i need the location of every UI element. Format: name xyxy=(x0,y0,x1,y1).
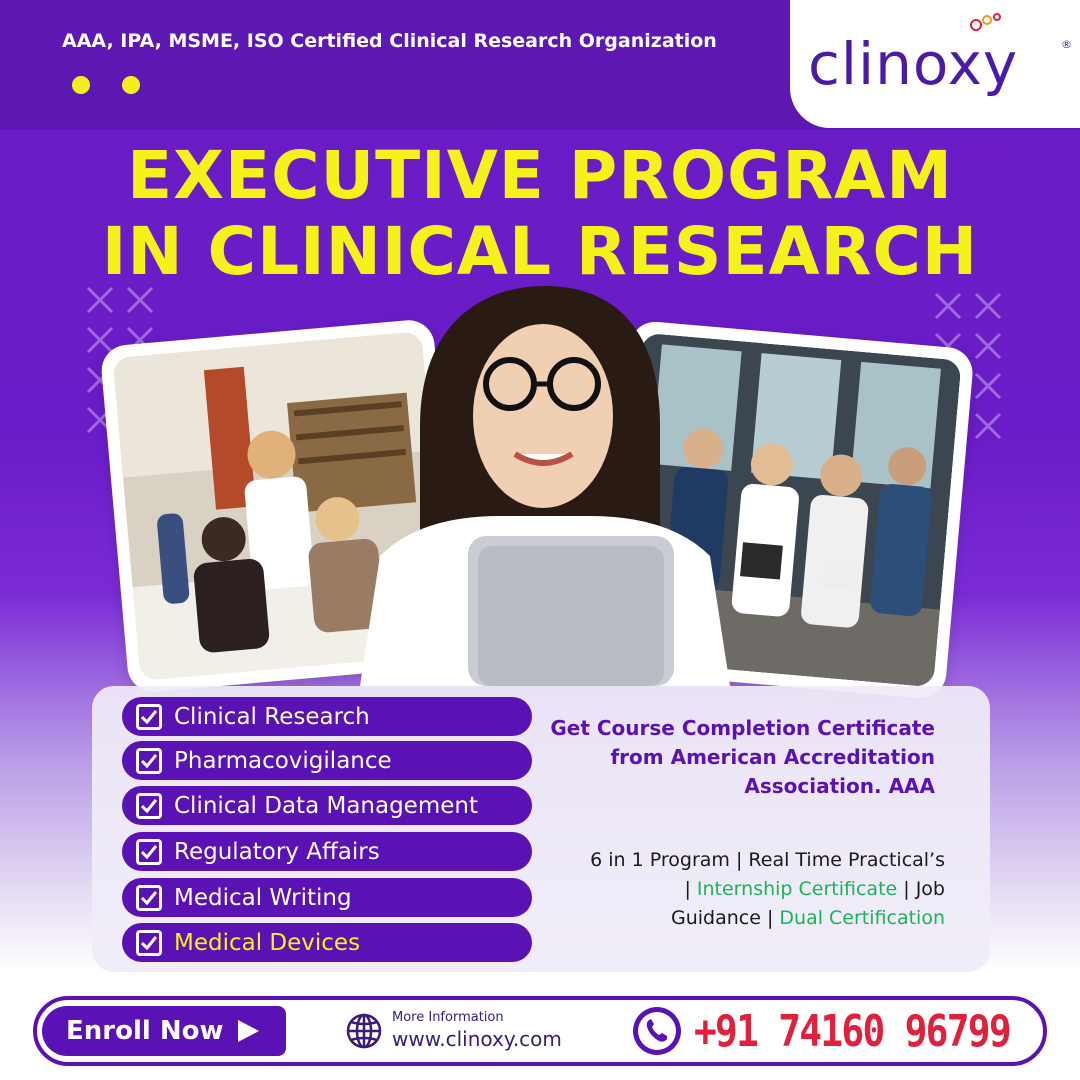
course-item: Medical Devices xyxy=(122,923,532,962)
checkbox-icon xyxy=(136,929,162,956)
dual-cert-highlight: Dual Certification xyxy=(779,907,945,929)
globe-icon xyxy=(346,1013,382,1049)
phone-number[interactable]: +91 74160 96799 xyxy=(694,1006,1012,1057)
certificate-line: from American Accreditation xyxy=(610,745,935,769)
certificate-line: Association. AAA xyxy=(744,774,935,798)
checkbox-icon xyxy=(136,838,162,865)
course-item: Clinical Research xyxy=(122,697,532,736)
checkbox-icon xyxy=(136,747,162,774)
website-link[interactable]: www.clinoxy.com xyxy=(392,1027,562,1051)
checkbox-icon xyxy=(136,703,162,730)
certification-text: AAA, IPA, MSME, ISO Certified Clinical R… xyxy=(62,30,717,52)
decor-dot xyxy=(122,76,140,94)
highlight-line: | Internship Certificate | Job xyxy=(540,875,945,904)
enroll-now-button[interactable]: Enroll Now xyxy=(42,1006,286,1056)
highlight-line: Guidance | Dual Certification xyxy=(540,904,945,933)
page-title: EXECUTIVE PROGRAM IN CLINICAL RESEARCH xyxy=(0,138,1080,290)
course-label: Pharmacovigilance xyxy=(174,747,392,774)
course-label: Clinical Research xyxy=(174,703,370,730)
logo-wordmark: clinoxy xyxy=(808,30,1019,98)
highlight-text: Guidance | xyxy=(671,907,780,929)
course-label: Medical Devices xyxy=(174,929,361,956)
highlight-text: | xyxy=(684,878,697,900)
highlight-line: 6 in 1 Program | Real Time Practical’s xyxy=(590,849,945,871)
course-label: Medical Writing xyxy=(174,884,352,911)
course-label: Clinical Data Management xyxy=(174,792,478,819)
certificate-text: Get Course Completion Certificate from A… xyxy=(540,714,935,801)
course-item: Regulatory Affairs xyxy=(122,832,532,871)
more-info-label: More Information xyxy=(392,1010,504,1025)
student-image xyxy=(360,286,730,686)
title-line-2: IN CLINICAL RESEARCH xyxy=(101,213,979,290)
logo-container: clinoxy ® xyxy=(790,0,1080,128)
decor-dot xyxy=(72,76,90,94)
course-item: Pharmacovigilance xyxy=(122,741,532,780)
program-highlights: 6 in 1 Program | Real Time Practical’s |… xyxy=(540,846,945,933)
enroll-label: Enroll Now xyxy=(66,1016,224,1046)
course-item: Clinical Data Management xyxy=(122,786,532,825)
course-label: Regulatory Affairs xyxy=(174,838,380,865)
highlight-text: | Job xyxy=(897,878,945,900)
title-line-1: EXECUTIVE PROGRAM xyxy=(127,137,953,214)
phone-icon xyxy=(633,1007,681,1055)
checkbox-icon xyxy=(136,792,162,819)
checkbox-icon xyxy=(136,884,162,911)
logo-dots-icon xyxy=(970,13,1001,31)
registered-mark: ® xyxy=(1061,38,1072,51)
certificate-line: Get Course Completion Certificate xyxy=(550,716,935,740)
internship-highlight: Internship Certificate xyxy=(696,878,898,900)
course-item: Medical Writing xyxy=(122,878,532,917)
play-arrow-icon xyxy=(238,1020,260,1042)
